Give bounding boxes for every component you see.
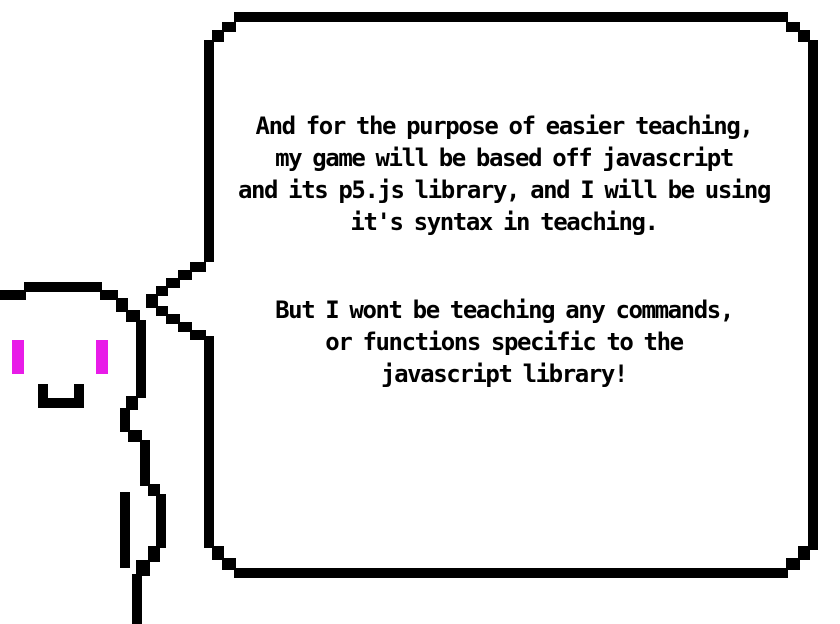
- dialog-line: But I wont be teaching any commands,: [275, 296, 734, 324]
- dialog-paragraph-2: But I wont be teaching any commands, or …: [212, 294, 796, 390]
- dialog-line: javascript library!: [381, 360, 628, 388]
- dialog-line: And for the purpose of easier teaching,: [255, 112, 754, 140]
- dialog-line: my game will be based off javascript: [275, 144, 734, 172]
- left-eye: [12, 340, 24, 374]
- dialog-line: it's syntax in teaching.: [350, 208, 659, 236]
- right-eye: [96, 340, 108, 374]
- dialog-paragraph-1: And for the purpose of easier teaching, …: [212, 110, 796, 238]
- character: [0, 282, 166, 624]
- speech-bubble-tail: [146, 262, 206, 340]
- character-head-outline: [0, 282, 166, 624]
- mouth: [38, 384, 84, 408]
- dialog-line: or functions specific to the: [325, 328, 684, 356]
- dialog-line: and its p5.js library, and I will be usi…: [237, 176, 771, 204]
